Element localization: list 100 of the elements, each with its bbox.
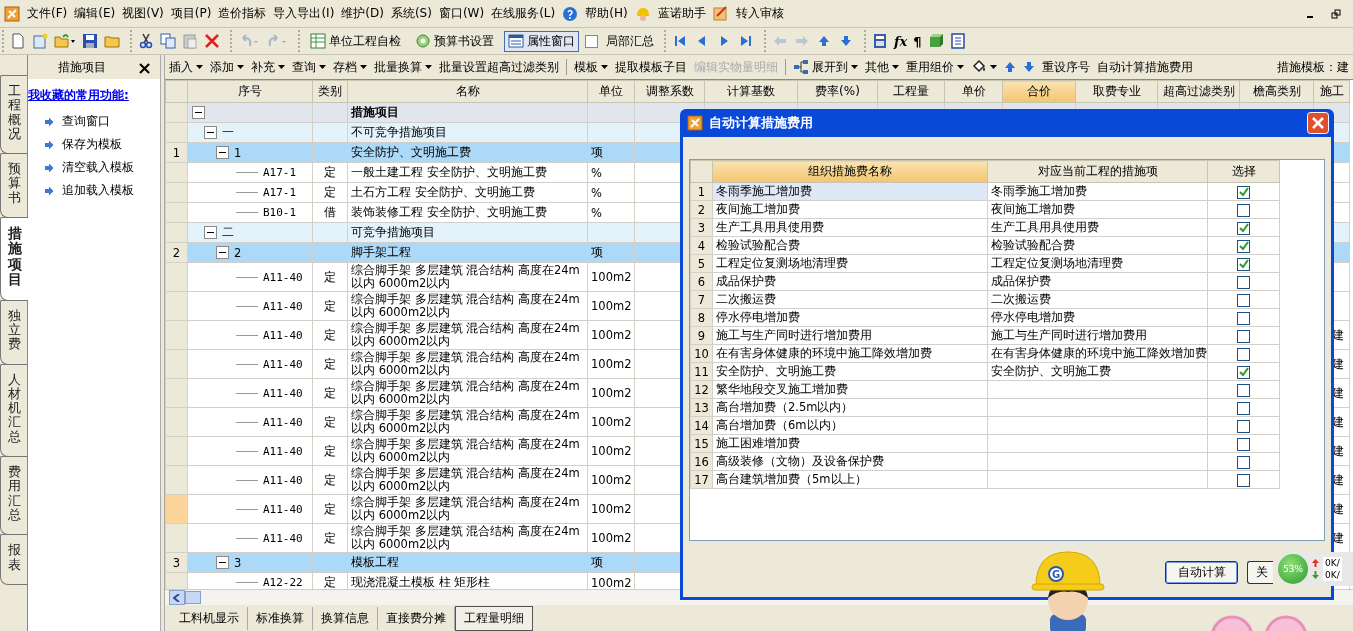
down-arrow-icon[interactable] [1023,61,1035,73]
caret-icon[interactable] [990,65,997,69]
column-header[interactable]: 施工 [1313,80,1350,103]
toolbar-button[interactable]: 插入 [169,58,193,76]
menu-item[interactable]: 导入导出(I) [273,5,335,22]
close-button[interactable]: × [136,56,152,78]
caret-icon[interactable] [237,65,244,69]
select-checkbox[interactable] [1237,401,1250,415]
caret-icon[interactable] [957,65,964,69]
menu-item[interactable]: 窗口(W) [438,5,485,22]
column-header[interactable]: 名称 [347,80,588,103]
caret-icon[interactable] [892,65,899,69]
toolbar-button[interactable]: 单位工程自检 [306,30,405,52]
column-header[interactable]: 取费专业 [1075,80,1158,103]
menu-item[interactable]: 文件(F) [27,5,68,22]
close-icon[interactable] [1307,112,1329,134]
select-checkbox[interactable] [1237,221,1250,235]
toolbar-button[interactable]: 预算书设置 [411,30,498,52]
save-icon[interactable] [82,33,98,49]
select-checkbox[interactable] [1237,437,1250,451]
caret-icon[interactable] [425,65,432,69]
select-checkbox[interactable] [1237,239,1250,253]
side-tab[interactable]: 措施项目 [0,217,28,301]
select-checkbox[interactable] [1237,365,1250,379]
column-header[interactable]: 超高过滤类别 [1157,80,1240,103]
bottom-tab[interactable]: 工程量明细 [455,605,533,631]
scroll-left-button[interactable] [169,590,185,605]
column-header[interactable]: 单价 [944,80,1003,103]
new-file-icon[interactable] [10,33,26,49]
menu-item[interactable]: 视图(V) [122,5,164,22]
first-icon[interactable] [672,33,688,49]
column-header[interactable]: 檐高类别 [1239,80,1314,103]
select-checkbox[interactable] [1237,203,1250,217]
select-checkbox[interactable] [1237,185,1250,199]
menu-item[interactable]: 蓝诺助手 [657,5,706,22]
favorite-link[interactable]: 保存为模板 [62,136,122,153]
menu-item[interactable]: 项目(P) [170,5,212,22]
caret-icon[interactable] [319,65,326,69]
select-checkbox[interactable] [1237,275,1250,289]
bottom-tab[interactable]: 换算信息 [313,606,378,630]
column-header[interactable]: 组织措施费名称 [712,160,988,183]
select-checkbox[interactable] [1237,347,1250,361]
dialog-button[interactable]: 关 [1247,561,1273,584]
select-checkbox[interactable] [1237,419,1250,433]
expand-toggle[interactable] [204,226,217,239]
column-header[interactable]: 工程量 [877,80,945,103]
menu-item[interactable]: 系统(S) [390,5,432,22]
toolbar-button[interactable]: 批量换算 [374,58,422,76]
menu-item[interactable]: 编辑(E) [74,5,116,22]
select-checkbox[interactable] [1237,329,1250,343]
toolbar-button[interactable]: 重设序号 [1042,58,1090,76]
column-header[interactable]: 类别 [312,80,348,103]
caret-icon[interactable] [851,65,858,69]
select-checkbox[interactable] [1237,311,1250,325]
column-header[interactable]: 选择 [1207,160,1280,183]
toolbar-glyph[interactable]: ¶ [913,33,922,49]
toolbar-button[interactable]: 其他 [865,58,889,76]
menu-item[interactable]: 造价指标 [218,5,267,22]
caret-icon[interactable] [196,65,203,69]
delete-icon[interactable] [204,33,220,49]
cut-icon[interactable] [138,33,154,49]
calculator-icon[interactable] [872,33,888,49]
select-checkbox[interactable] [1237,293,1250,307]
toolbar-button[interactable]: 添加 [210,58,234,76]
side-tab[interactable]: 报表 [0,534,27,585]
favorite-link[interactable]: 追加载入模板 [62,182,134,199]
toolbar-button[interactable]: 批量设置超高过滤类别 [439,58,559,76]
paint-bucket-icon[interactable] [971,59,987,75]
menu-item[interactable]: 帮助(H) [585,5,628,22]
bottom-tab[interactable]: 标准换算 [248,606,313,630]
expand-toggle[interactable] [216,246,229,259]
column-header[interactable]: 合价 [1002,80,1076,103]
caret-icon[interactable] [601,65,608,69]
column-header[interactable]: 单位 [587,80,635,103]
expand-toggle[interactable] [216,556,229,569]
caret-icon[interactable] [360,65,367,69]
favorite-link[interactable]: 清空载入模板 [62,159,134,176]
favorite-link[interactable]: 查询窗口 [62,113,110,130]
copy-icon[interactable] [160,33,176,49]
toolbar-glyph[interactable]: fx [894,33,908,49]
last-icon[interactable] [738,33,754,49]
tree-icon[interactable] [793,59,809,75]
column-header[interactable]: 序号 [187,80,313,103]
toolbar-button[interactable]: 补充 [251,58,275,76]
toolbar-button[interactable]: 自动计算措施费用 [1097,58,1193,76]
select-checkbox[interactable] [1237,455,1250,469]
select-checkbox[interactable] [1237,383,1250,397]
menu-item[interactable]: 在线服务(L) [491,5,556,22]
open-folder-icon[interactable] [54,33,76,49]
column-header[interactable]: 计算基数 [704,80,798,103]
checkbox[interactable] [585,34,598,48]
toolbar-button[interactable]: 属性窗口 [504,30,579,52]
caret-icon[interactable] [278,65,285,69]
menu-item[interactable]: 转入审核 [735,5,784,22]
select-checkbox[interactable] [1237,257,1250,271]
column-header[interactable]: 调整系数 [634,80,705,103]
select-checkbox[interactable] [1237,473,1250,487]
column-header[interactable]: 费率(%) [797,80,878,103]
side-tab[interactable]: 工程概况 [0,75,27,155]
up-arrow-icon[interactable] [1004,61,1016,73]
